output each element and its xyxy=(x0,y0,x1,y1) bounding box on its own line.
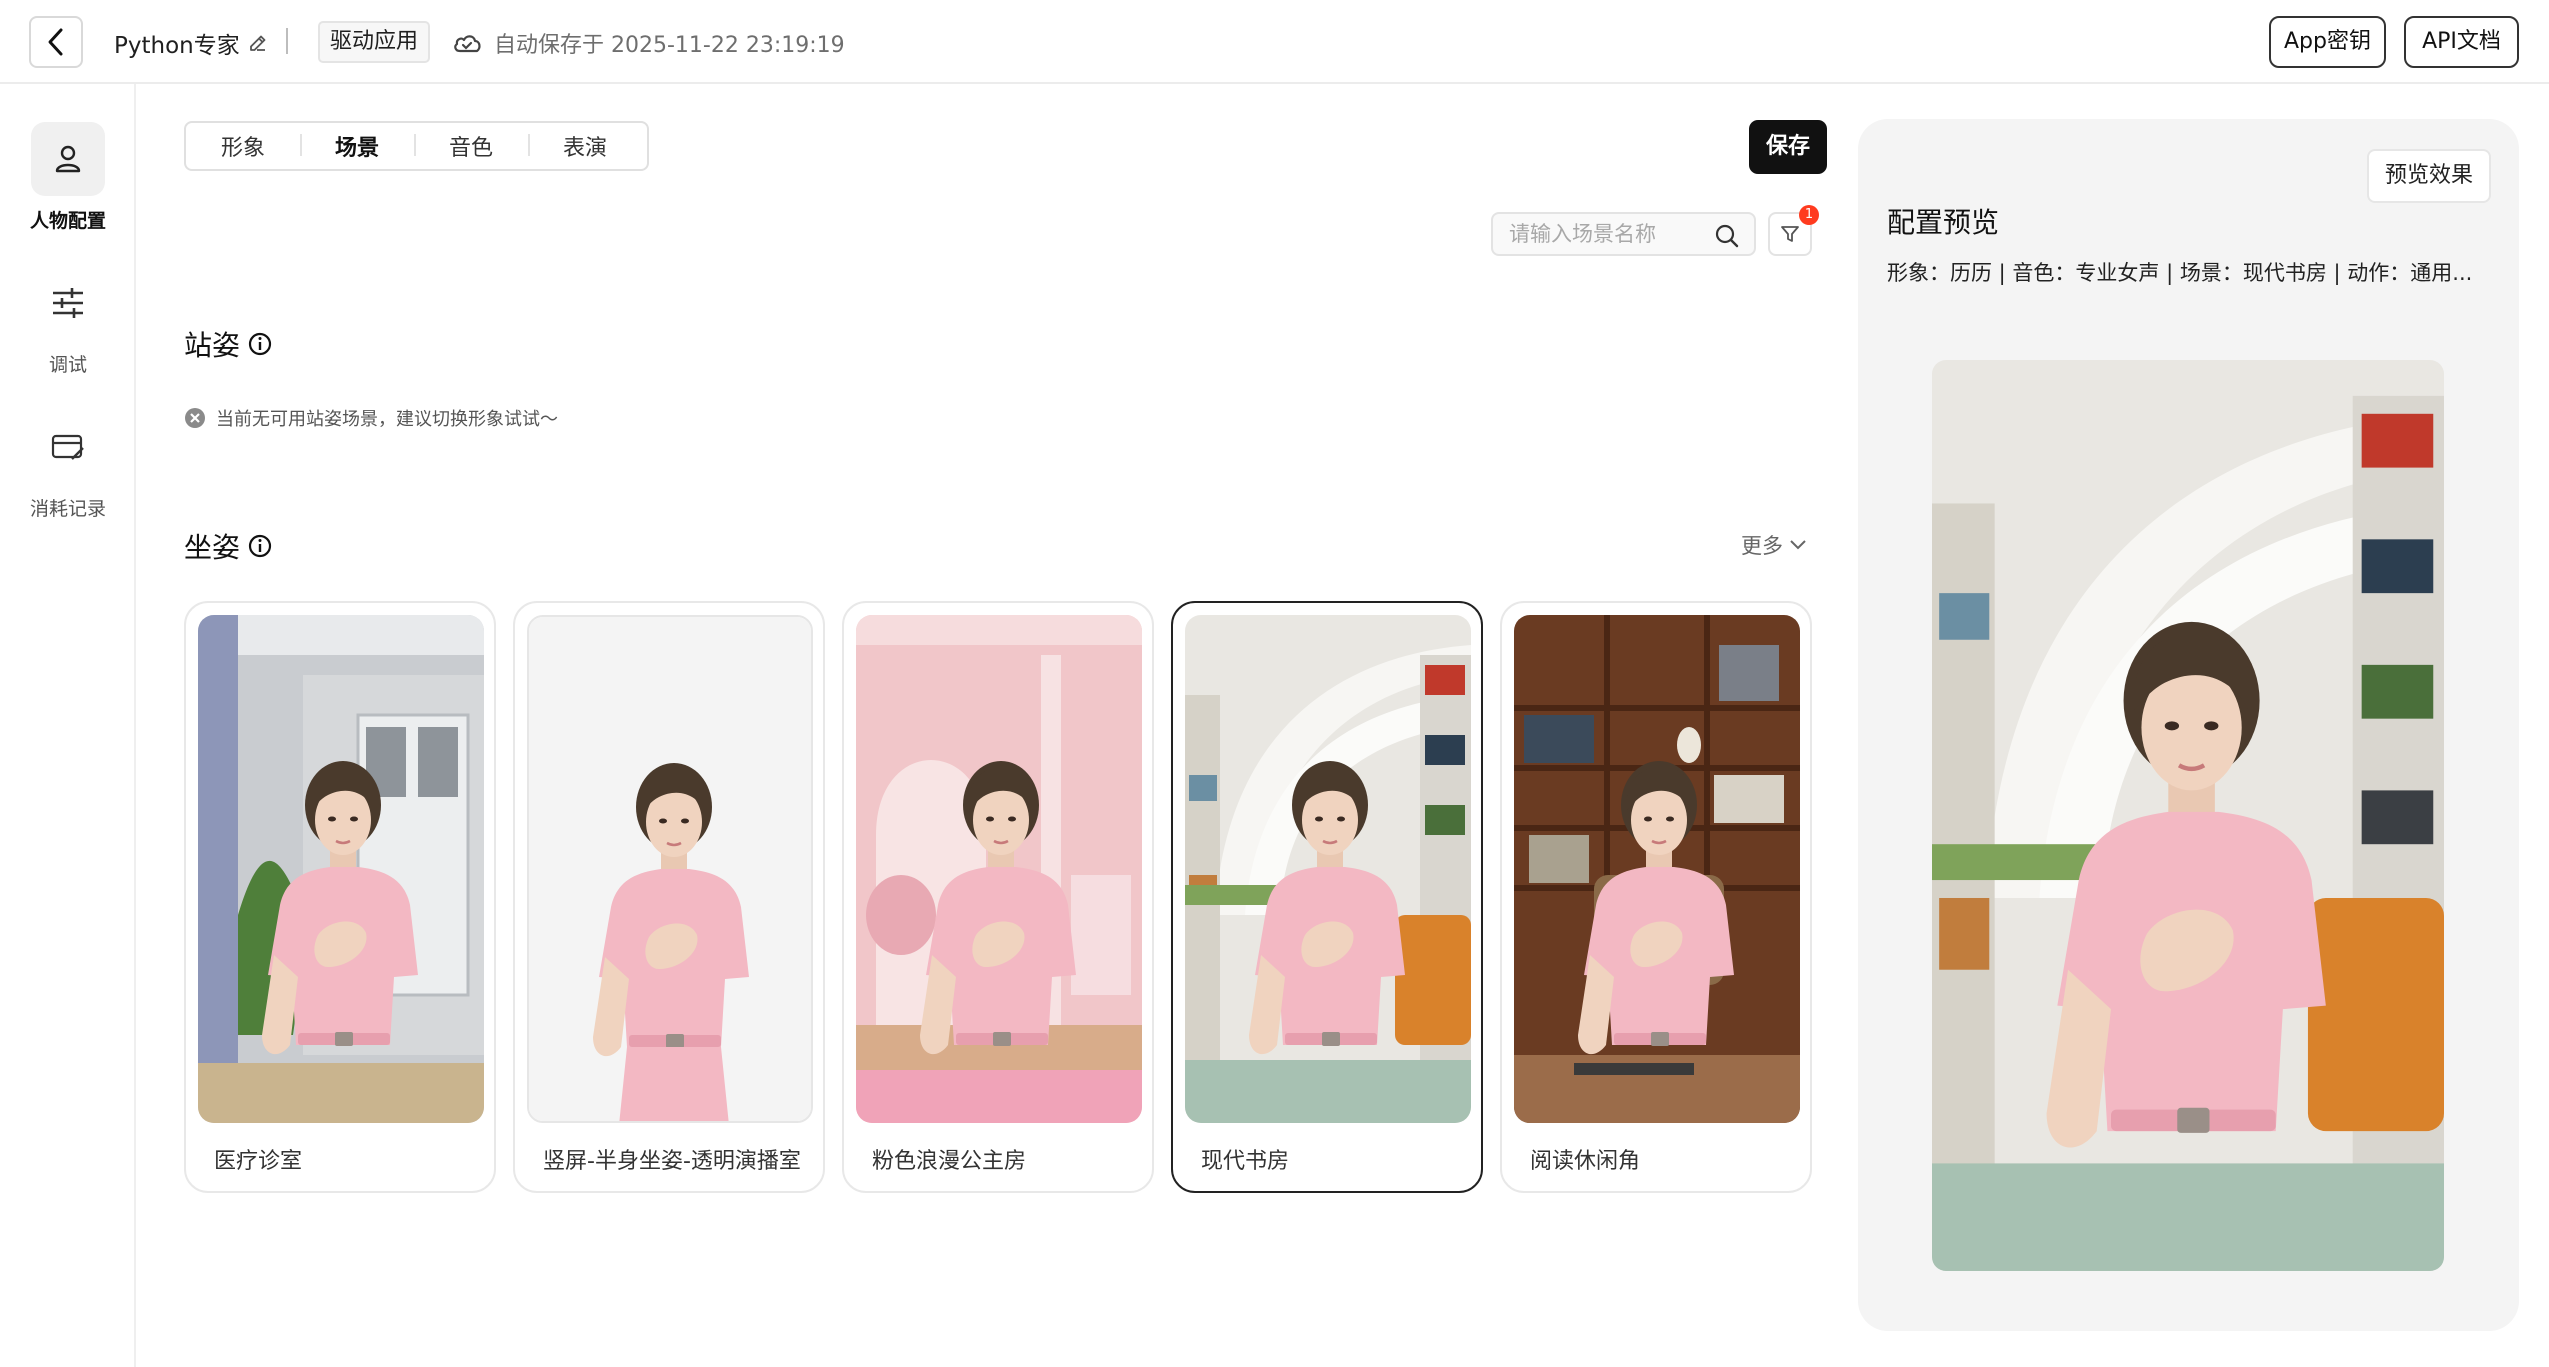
reading-corner-scene-image xyxy=(1514,615,1800,1123)
filter-button[interactable]: 1 xyxy=(1768,205,1819,256)
project-name[interactable]: Python专家 xyxy=(114,26,268,60)
preview-title: 配置预览 xyxy=(1887,206,2000,239)
preview-scene-image xyxy=(1932,360,2444,1271)
search-icon[interactable] xyxy=(1714,223,1740,249)
scene-card-clinic[interactable]: 医疗诊室 xyxy=(184,601,496,1193)
more-label: 更多 xyxy=(1741,534,1783,558)
clinic-scene-image xyxy=(198,615,484,1123)
scene-card-pink-princess-room[interactable]: 粉色浪漫公主房 xyxy=(842,601,1154,1193)
back-button[interactable] xyxy=(29,16,83,68)
scene-card-label: 粉色浪漫公主房 xyxy=(872,1149,1027,1174)
chevron-down-icon xyxy=(1790,540,1806,550)
info-icon[interactable] xyxy=(248,534,272,558)
sidebar-item-character-config[interactable]: 人物配置 xyxy=(0,122,136,233)
app-type-tag: 驱动应用 xyxy=(318,21,431,63)
sidebar-icon-box xyxy=(31,266,105,340)
divider xyxy=(286,28,288,54)
close-circle-icon xyxy=(185,408,205,428)
sidebar-item-label: 消耗记录 xyxy=(29,498,106,520)
standing-empty-note: 当前无可用站姿场景，建议切换形象试试～ xyxy=(184,405,558,431)
scene-card-label: 竖屏-半身坐姿-透明演播室 xyxy=(543,1149,801,1174)
tab-scene[interactable]: 场景 xyxy=(300,130,414,162)
preview-image xyxy=(1932,360,2444,1271)
scene-card-reading-corner[interactable]: 阅读休闲角 xyxy=(1500,601,1812,1193)
sidebar-item-usage-records[interactable]: 消耗记录 xyxy=(0,410,136,521)
pink-room-scene-image xyxy=(856,615,1142,1123)
top-bar: Python专家 驱动应用 自动保存于 2025-11-22 23:19:19 … xyxy=(0,0,2549,84)
empty-note-text: 当前无可用站姿场景，建议切换形象试试～ xyxy=(216,409,558,430)
person-icon xyxy=(55,145,81,173)
save-button[interactable]: 保存 xyxy=(1749,120,1827,174)
autosave-text: 自动保存于 2025-11-22 23:19:19 xyxy=(494,33,845,58)
preview-effect-button[interactable]: 预览效果 xyxy=(2367,149,2491,203)
scene-card-label: 现代书房 xyxy=(1201,1149,1290,1174)
scene-card-label: 阅读休闲角 xyxy=(1530,1149,1641,1174)
scene-thumbnail xyxy=(856,615,1142,1123)
scene-card-transparent-studio[interactable]: 竖屏-半身坐姿-透明演播室 xyxy=(513,601,825,1193)
standing-title-text: 站姿 xyxy=(184,329,241,362)
app-key-button[interactable]: App密钥 xyxy=(2269,16,2386,68)
billing-icon xyxy=(51,434,84,460)
sidebar-item-label: 调试 xyxy=(48,354,87,376)
preview-summary: 形象：历历 | 音色：专业女声 | 场景：现代书房 | 动作：通用... xyxy=(1887,261,2473,285)
scene-card-label: 医疗诊室 xyxy=(214,1149,303,1174)
scene-thumbnail xyxy=(1514,615,1800,1123)
more-scenes-link[interactable]: 更多 xyxy=(1741,530,1807,560)
edit-icon[interactable] xyxy=(248,33,268,53)
sidebar-item-label: 人物配置 xyxy=(29,210,106,232)
filter-icon xyxy=(1781,226,1799,242)
scene-thumbnail xyxy=(527,615,813,1123)
config-tabs: 形象 场景 音色 表演 xyxy=(184,121,649,171)
standing-section-title: 站姿 xyxy=(184,324,272,364)
chevron-left-icon xyxy=(48,28,63,56)
api-doc-button[interactable]: API文档 xyxy=(2404,16,2519,68)
sidebar-icon-box xyxy=(31,410,105,484)
scene-thumbnail xyxy=(1185,615,1471,1123)
cloud-icon xyxy=(454,35,481,53)
sliders-icon xyxy=(53,288,83,318)
tab-performance[interactable]: 表演 xyxy=(528,130,642,162)
scene-thumbnail xyxy=(198,615,484,1123)
sidebar-icon-box xyxy=(31,122,105,196)
tab-appearance[interactable]: 形象 xyxy=(186,130,300,162)
scene-card-modern-study[interactable]: 现代书房 xyxy=(1171,601,1483,1193)
left-sidebar: 人物配置 调试 消耗记录 xyxy=(0,84,136,1367)
filter-count-badge: 1 xyxy=(1799,205,1819,225)
sidebar-item-debug[interactable]: 调试 xyxy=(0,266,136,377)
sitting-title-text: 坐姿 xyxy=(184,531,241,564)
search-input[interactable] xyxy=(1509,214,1709,254)
project-name-text: Python专家 xyxy=(114,33,240,59)
modern-study-scene-image xyxy=(1185,615,1471,1123)
tab-voice[interactable]: 音色 xyxy=(414,130,528,162)
transparent-studio-scene-image xyxy=(529,617,811,1121)
info-icon[interactable] xyxy=(248,332,272,356)
sitting-section-title: 坐姿 xyxy=(184,526,272,566)
autosave-status: 自动保存于 2025-11-22 23:19:19 xyxy=(452,27,845,59)
config-preview-panel: 预览效果 配置预览 形象：历历 | 音色：专业女声 | 场景：现代书房 | 动作… xyxy=(1858,119,2519,1331)
scene-search xyxy=(1491,212,1756,256)
